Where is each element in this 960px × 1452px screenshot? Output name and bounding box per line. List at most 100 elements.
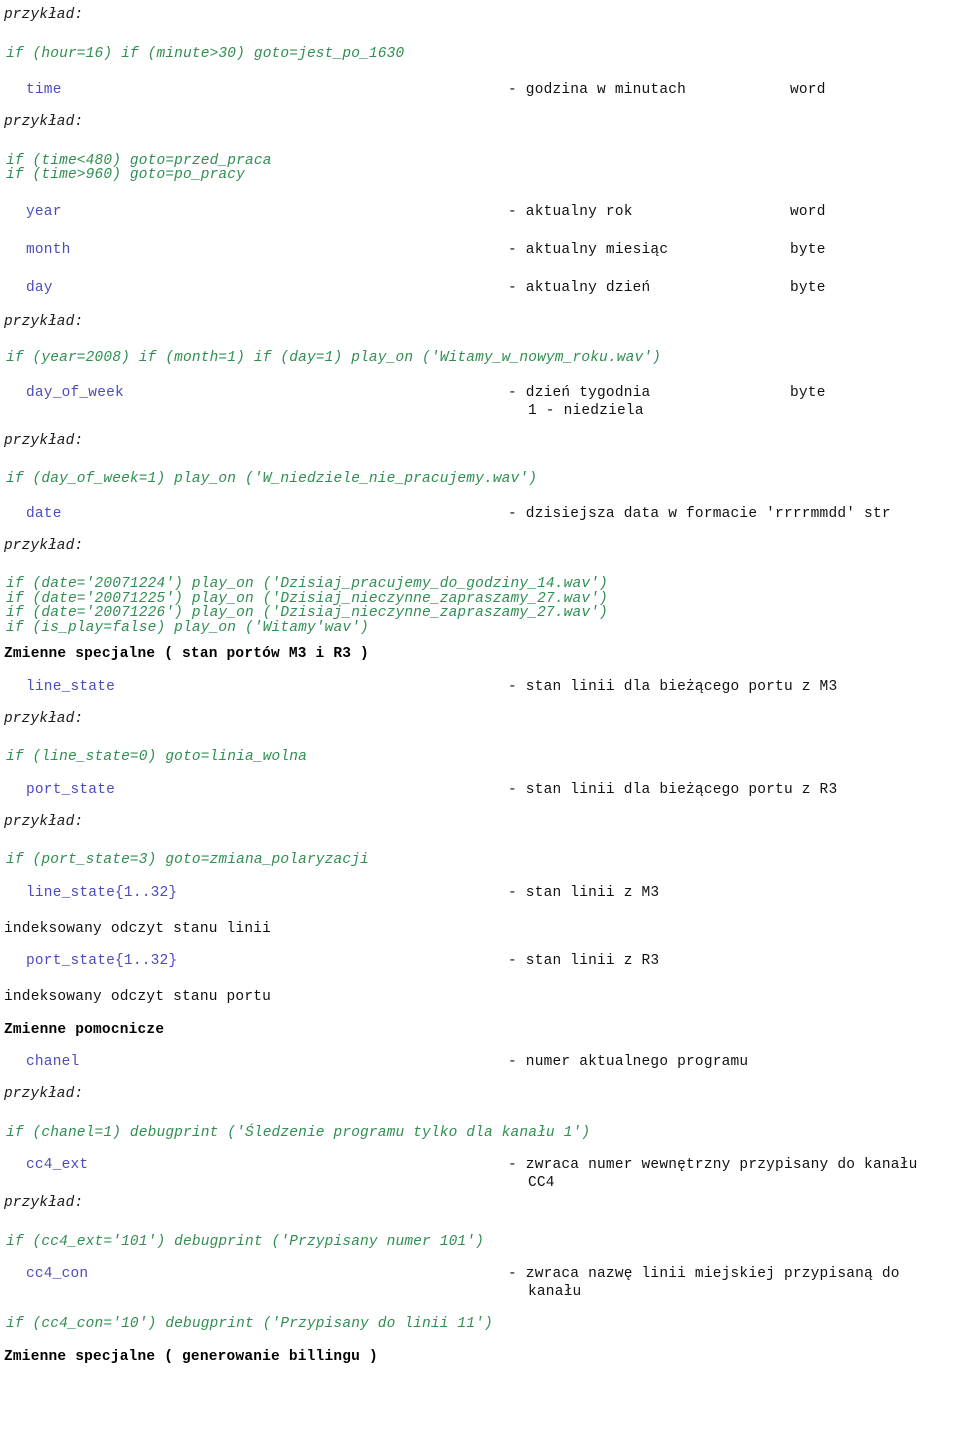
variable-type: byte — [790, 279, 826, 296]
variable-row-port-state: port_state - stan linii dla bieżącego po… — [0, 781, 960, 801]
section-heading-helper-vars: Zmienne pomocnicze — [4, 1021, 165, 1038]
variable-name: line_state{1..32} — [26, 884, 178, 901]
example-label: przykład: — [4, 114, 84, 130]
variable-description: - aktualny rok — [508, 203, 633, 220]
variable-row-day-of-week: day_of_week - dzień tygodnia 1 - niedzie… — [0, 384, 960, 422]
example-label: przykład: — [4, 432, 84, 449]
variable-description: - stan linii dla bieżącego portu z M3 — [508, 678, 838, 695]
variable-description: - zwraca numer wewnętrzny przypisany do … — [508, 1157, 918, 1173]
variable-description: - godzina w minutach — [508, 82, 687, 98]
variable-description: - dzisiejsza data w formacie 'rrrrmmdd' … — [508, 505, 891, 522]
code-line: if (date='20071226') play_on ('Dzisiaj_n… — [6, 605, 608, 621]
variable-name: month — [26, 241, 71, 258]
variable-row-month: month - aktualny miesiąc byte — [0, 241, 960, 261]
variable-description: - aktualny miesiąc — [508, 241, 669, 258]
code-line: if (is_play=false) play_on ('Witamy'wav'… — [6, 619, 369, 636]
variable-name: time — [26, 82, 62, 98]
example-label: przykład: — [4, 1086, 84, 1102]
variable-description: - stan linii dla bieżącego portu z R3 — [508, 781, 838, 798]
code-line: if (hour=16) if (minute>30) goto=jest_po… — [6, 45, 405, 62]
example-label: przykład: — [4, 313, 84, 330]
code-line: if (date='20071225') play_on ('Dzisiaj_n… — [6, 590, 608, 607]
code-line: if (year=2008) if (month=1) if (day=1) p… — [6, 350, 662, 366]
code-line: if (port_state=3) goto=zmiana_polaryzacj… — [6, 852, 369, 868]
variable-row-date: date - dzisiejsza data w formacie 'rrrrm… — [0, 505, 960, 525]
code-line: if (time<480) goto=przed_praca — [6, 152, 272, 169]
variable-description-cont: CC4 — [528, 1175, 555, 1191]
example-label: przykład: — [4, 813, 84, 830]
note-line: indeksowany odczyt stanu linii — [4, 920, 272, 937]
variable-row-day: day - aktualny dzień byte — [0, 279, 960, 299]
example-label: przykład: — [4, 710, 84, 727]
variable-description-cont: kanału — [528, 1284, 582, 1300]
variable-description: - dzień tygodnia — [508, 384, 651, 401]
variable-name: chanel — [26, 1054, 80, 1070]
variable-description: - zwraca nazwę linii miejskiej przypisan… — [508, 1266, 900, 1282]
variable-row-port-state-indexed: port_state{1..32} - stan linii z R3 — [0, 954, 960, 972]
example-label: przykład: — [4, 537, 84, 554]
code-line: if (chanel=1) debugprint ('Śledzenie pro… — [6, 1124, 591, 1141]
variable-name: line_state — [26, 678, 116, 695]
document-body: przykład: if (hour=16) if (minute>30) go… — [0, 0, 960, 1364]
variable-name: cc4_ext — [26, 1157, 89, 1173]
variable-name: date — [26, 505, 62, 522]
variable-name: cc4_con — [26, 1266, 89, 1282]
variable-name: port_state — [26, 781, 116, 798]
variable-description-cont: 1 - niedziela — [528, 402, 644, 419]
variable-name: year — [26, 203, 62, 220]
code-line: if (time>960) goto=po_pracy — [6, 167, 245, 183]
variable-type: byte — [790, 384, 826, 401]
variable-description: - numer aktualnego programu — [508, 1054, 749, 1070]
variable-type: word — [790, 203, 826, 220]
variable-description: - stan linii z M3 — [508, 884, 660, 901]
variable-row-chanel: chanel - numer aktualnego programu — [0, 1055, 960, 1073]
code-line: if (cc4_ext='101') debugprint ('Przypisa… — [6, 1233, 484, 1250]
example-label: przykład: — [4, 7, 84, 23]
example-label: przykład: — [4, 1195, 84, 1211]
variable-name: day — [26, 279, 53, 296]
variable-name: port_state{1..32} — [26, 953, 178, 969]
section-heading-billing: Zmienne specjalne ( generowanie billingu… — [4, 1348, 378, 1365]
variable-name: day_of_week — [26, 384, 124, 401]
variable-row-line-state-indexed: line_state{1..32} - stan linii z M3 — [0, 884, 960, 904]
variable-type: word — [790, 82, 826, 98]
variable-row-cc4-con: cc4_con - zwraca nazwę linii miejskiej p… — [0, 1267, 960, 1303]
variable-type: byte — [790, 241, 826, 258]
variable-description: - stan linii z R3 — [508, 953, 660, 969]
variable-row-line-state: line_state - stan linii dla bieżącego po… — [0, 678, 960, 698]
code-line: if (line_state=0) goto=linia_wolna — [6, 749, 307, 765]
variable-row-cc4-ext: cc4_ext - zwraca numer wewnętrzny przypi… — [0, 1158, 960, 1194]
variable-row-year: year - aktualny rok word — [0, 203, 960, 223]
code-line: if (day_of_week=1) play_on ('W_niedziele… — [6, 471, 538, 487]
